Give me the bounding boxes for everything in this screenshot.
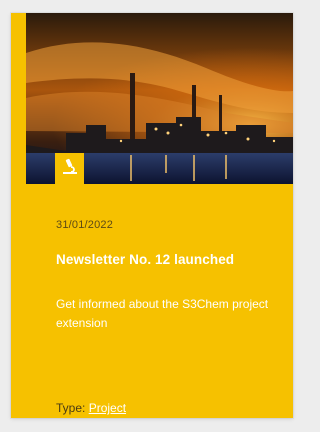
- news-title[interactable]: Newsletter No. 12 launched: [56, 252, 286, 267]
- category-badge: [55, 153, 84, 184]
- news-type: Type: Project: [56, 401, 126, 415]
- news-summary: Get informed about the S3Chem project ex…: [56, 297, 269, 330]
- type-label: Type:: [56, 401, 86, 415]
- type-link[interactable]: Project: [89, 401, 126, 415]
- microscope-icon: [62, 158, 78, 180]
- news-date: 31/01/2022: [56, 219, 114, 231]
- news-card[interactable]: 31/01/2022 Newsletter No. 12 launched Ge…: [11, 13, 293, 418]
